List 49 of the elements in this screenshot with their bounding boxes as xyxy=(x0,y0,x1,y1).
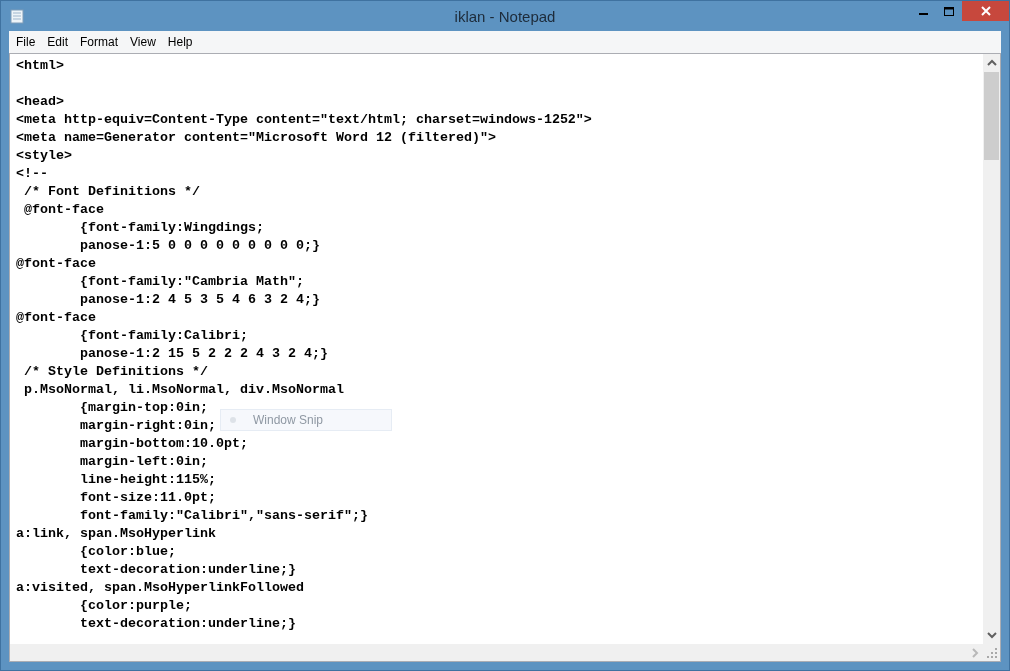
code-line: <head> xyxy=(16,93,64,111)
menu-item[interactable]: Help xyxy=(161,33,199,51)
code-line: <!-- xyxy=(16,165,48,183)
code-line: <style> xyxy=(16,147,72,165)
code-line: font-size:11.0pt; xyxy=(79,489,216,507)
scrollbar-thumb[interactable] xyxy=(984,72,999,160)
code-line: line-height:115%; xyxy=(79,471,216,489)
menu-item[interactable]: Format xyxy=(74,33,125,51)
code-line: font-family:"Calibri","sans-serif";} xyxy=(79,507,368,525)
code-line: @font-face xyxy=(16,309,96,327)
code-line: @font-face xyxy=(16,255,96,273)
code-line: margin-right:0in; xyxy=(79,417,216,435)
code-line: panose-1:2 15 5 2 2 2 4 3 2 4;} xyxy=(79,345,328,363)
code-line: {font-family:"Cambria Math"; xyxy=(79,273,304,291)
code-line: margin-bottom:10.0pt; xyxy=(79,435,248,453)
maximize-icon xyxy=(944,6,954,16)
scroll-up-icon[interactable] xyxy=(986,59,997,67)
code-line: margin-left:0in; xyxy=(79,453,208,471)
menu-item[interactable]: File xyxy=(10,33,42,51)
code-line: a:visited, span.MsoHyperlinkFollowed xyxy=(16,579,304,597)
vertical-scrollbar[interactable] xyxy=(983,54,1000,644)
scroll-down-icon[interactable] xyxy=(986,631,997,639)
window-title: iklan - Notepad xyxy=(454,7,556,25)
code-line: <meta http-equiv=Content-Type content="text/html; charset=windows-1252"> xyxy=(16,111,592,129)
menu-item[interactable]: View xyxy=(124,33,162,51)
code-line: p.MsoNormal, li.MsoNormal, div.MsoNormal xyxy=(23,381,344,399)
code-line: text-decoration:underline;} xyxy=(79,561,296,579)
code-line: {color:blue; xyxy=(79,543,176,561)
minimize-icon xyxy=(918,13,928,15)
close-icon xyxy=(980,6,991,16)
code-line: text-decoration:underline;} xyxy=(79,615,296,633)
tooltip-label: Window Snip xyxy=(253,413,324,427)
horizontal-scrollbar[interactable] xyxy=(10,644,983,661)
code-line: panose-1:2 4 5 3 5 4 6 3 2 4;} xyxy=(79,291,320,309)
code-line: {color:purple; xyxy=(79,597,192,615)
menu-item[interactable]: Edit xyxy=(41,33,75,51)
code-line: {margin-top:0in; xyxy=(79,399,208,417)
close-button[interactable] xyxy=(962,1,1009,21)
dot-icon xyxy=(229,416,237,424)
code-line: <html> xyxy=(16,57,64,75)
code-line: {font-family:Calibri; xyxy=(79,327,248,345)
code-line: /* Font Definitions */ xyxy=(23,183,200,201)
code-line: {font-family:Wingdings; xyxy=(79,219,264,237)
code-line: <meta name=Generator content="Microsoft Word 12 (filtered)"> xyxy=(16,129,496,147)
code-line: /* Style Definitions */ xyxy=(23,363,208,381)
code-line: panose-1:5 0 0 0 0 0 0 0 0 0;} xyxy=(79,237,320,255)
notepad-icon xyxy=(9,8,25,24)
code-line: @font-face xyxy=(23,201,104,219)
code-line: a:link, span.MsoHyperlink xyxy=(16,525,216,543)
